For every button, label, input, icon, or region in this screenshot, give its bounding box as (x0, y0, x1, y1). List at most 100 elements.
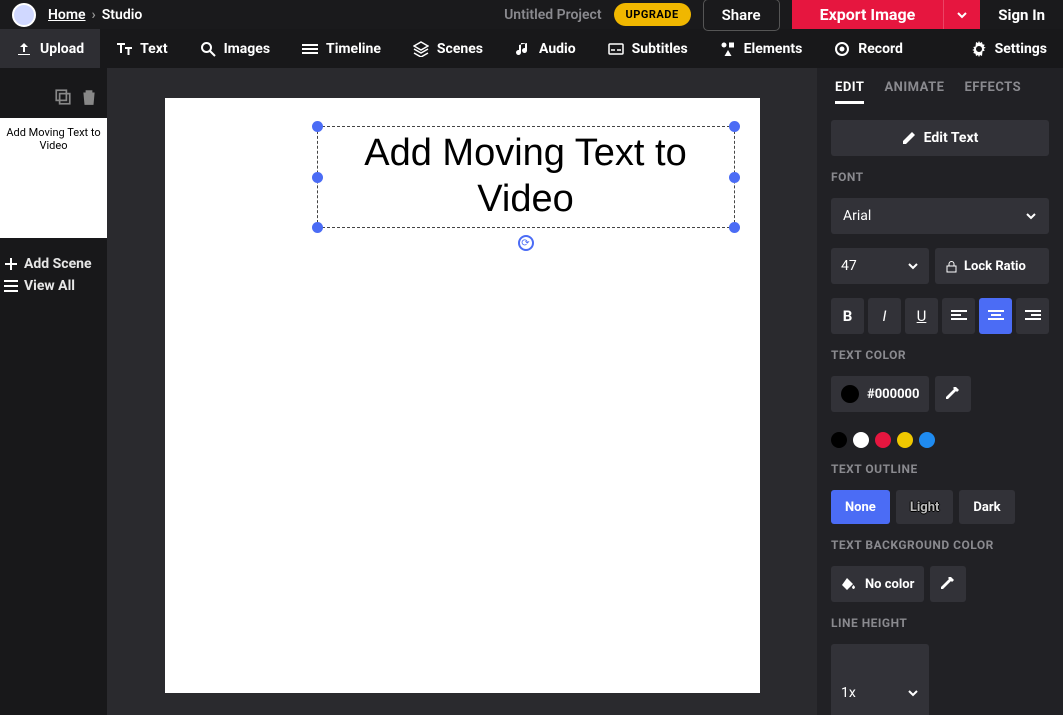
resize-handle-ml[interactable] (312, 172, 323, 183)
trash-icon[interactable] (80, 88, 98, 106)
edit-text-button[interactable]: Edit Text (831, 120, 1049, 156)
pencil-icon (902, 131, 916, 145)
tab-animate[interactable]: ANIMATE (884, 80, 944, 104)
color-swatch-black[interactable] (831, 432, 847, 448)
color-swatch-blue[interactable] (919, 432, 935, 448)
eyedropper-button[interactable] (935, 376, 971, 412)
bg-color-picker[interactable]: No color (831, 566, 924, 602)
export-button[interactable]: Export Image (792, 0, 944, 29)
align-center-icon (988, 310, 1004, 322)
timeline-icon (302, 41, 318, 57)
line-height-select[interactable]: 1x (831, 644, 929, 715)
font-family-select[interactable]: Arial (831, 198, 1049, 234)
tool-subtitles-label: Subtitles (632, 41, 688, 57)
underline-button[interactable]: U (905, 298, 938, 334)
tool-elements-label: Elements (744, 41, 803, 57)
tool-timeline[interactable]: Timeline (286, 29, 397, 68)
avatar[interactable] (12, 3, 36, 27)
resize-handle-tl[interactable] (312, 121, 323, 132)
preset-colors (831, 426, 1049, 448)
resize-handle-br[interactable] (729, 222, 740, 233)
scenes-icon (413, 41, 429, 57)
outline-none-button[interactable]: None (831, 490, 890, 524)
text-outline-label: TEXT OUTLINE (831, 462, 1049, 476)
tool-record[interactable]: Record (818, 29, 919, 68)
upload-button[interactable]: Upload (0, 29, 100, 68)
tool-images[interactable]: Images (184, 29, 286, 68)
upload-label: Upload (40, 41, 84, 57)
tab-edit[interactable]: EDIT (835, 80, 864, 104)
share-button[interactable]: Share (703, 0, 780, 31)
font-family-value: Arial (843, 208, 871, 224)
text-color-swatch (841, 385, 859, 403)
resize-handle-tr[interactable] (729, 121, 740, 132)
canvas-text: Add Moving Text to Video (318, 131, 734, 222)
export-chevron[interactable] (943, 0, 980, 29)
text-color-picker[interactable]: #000000 (831, 376, 929, 412)
outline-light-button[interactable]: Light (896, 490, 954, 524)
lock-ratio-button[interactable]: Lock Ratio (935, 248, 1049, 284)
tool-subtitles[interactable]: Subtitles (592, 29, 704, 68)
breadcrumb-home[interactable]: Home (48, 7, 86, 23)
font-size-value: 47 (841, 258, 857, 274)
outline-dark-button[interactable]: Dark (959, 490, 1014, 524)
breadcrumb-sep: › (92, 7, 96, 23)
align-right-button[interactable] (1016, 298, 1049, 334)
list-icon (4, 279, 18, 293)
color-swatch-white[interactable] (853, 432, 869, 448)
rotate-handle[interactable]: ⟳ (518, 235, 534, 251)
edit-text-label: Edit Text (924, 130, 979, 146)
scene-thumbnail[interactable]: Add Moving Text to Video (0, 118, 107, 238)
align-center-button[interactable] (979, 298, 1012, 334)
bold-button[interactable]: B (831, 298, 864, 334)
chevron-down-icon (907, 687, 919, 699)
topbar: Home › Studio Untitled Project UPGRADE S… (0, 0, 1063, 29)
signin-link[interactable]: Sign In (992, 6, 1051, 24)
tab-effects[interactable]: EFFECTS (964, 80, 1021, 104)
view-all-link[interactable]: View All (4, 278, 107, 294)
gear-icon (971, 41, 987, 57)
main: Add Moving Text to Video Add Scene View … (0, 68, 1063, 715)
chevron-down-icon (1025, 210, 1037, 222)
bg-color-label: TEXT BACKGROUND COLOR (831, 538, 1049, 552)
line-height-label: LINE HEIGHT (831, 616, 1049, 630)
plus-icon (4, 257, 18, 271)
tool-settings[interactable]: Settings (955, 29, 1063, 68)
align-left-icon (951, 310, 967, 322)
upload-icon (16, 41, 32, 57)
add-scene-link[interactable]: Add Scene (4, 256, 107, 272)
upgrade-button[interactable]: UPGRADE (614, 3, 691, 26)
properties-panel: EDIT ANIMATE EFFECTS Edit Text FONT Aria… (817, 68, 1063, 715)
line-height-value: 1x (841, 685, 856, 701)
tool-record-label: Record (858, 41, 903, 57)
font-size-select[interactable]: 47 (831, 248, 929, 284)
eyedropper-icon (941, 577, 955, 591)
eyedropper-icon (946, 387, 960, 401)
lock-ratio-label: Lock Ratio (964, 259, 1026, 274)
color-swatch-yellow[interactable] (897, 432, 913, 448)
tool-scenes[interactable]: Scenes (397, 29, 499, 68)
chevron-down-icon (956, 9, 968, 21)
project-name[interactable]: Untitled Project (504, 7, 601, 23)
bg-color-value: No color (865, 577, 914, 592)
canvas[interactable]: Add Moving Text to Video ⟳ (165, 98, 760, 693)
bg-eyedropper-button[interactable] (930, 566, 966, 602)
align-left-button[interactable] (942, 298, 975, 334)
tool-elements[interactable]: Elements (704, 29, 819, 68)
audio-icon (515, 41, 531, 57)
color-swatch-red[interactable] (875, 432, 891, 448)
record-icon (834, 41, 850, 57)
resize-handle-mr[interactable] (729, 172, 740, 183)
tool-text[interactable]: Text (100, 29, 183, 68)
selected-text-box[interactable]: Add Moving Text to Video ⟳ (317, 126, 735, 228)
tool-audio[interactable]: Audio (499, 29, 592, 68)
view-all-label: View All (24, 278, 75, 294)
toolbar: Upload Text Images Timeline Scenes Audio… (0, 29, 1063, 68)
resize-handle-bl[interactable] (312, 222, 323, 233)
italic-button[interactable]: I (868, 298, 901, 334)
canvas-area[interactable]: Add Moving Text to Video ⟳ (107, 68, 817, 715)
font-label: FONT (831, 170, 1049, 184)
duplicate-icon[interactable] (54, 88, 72, 106)
lock-icon (945, 260, 958, 273)
breadcrumb-current: Studio (102, 7, 143, 23)
